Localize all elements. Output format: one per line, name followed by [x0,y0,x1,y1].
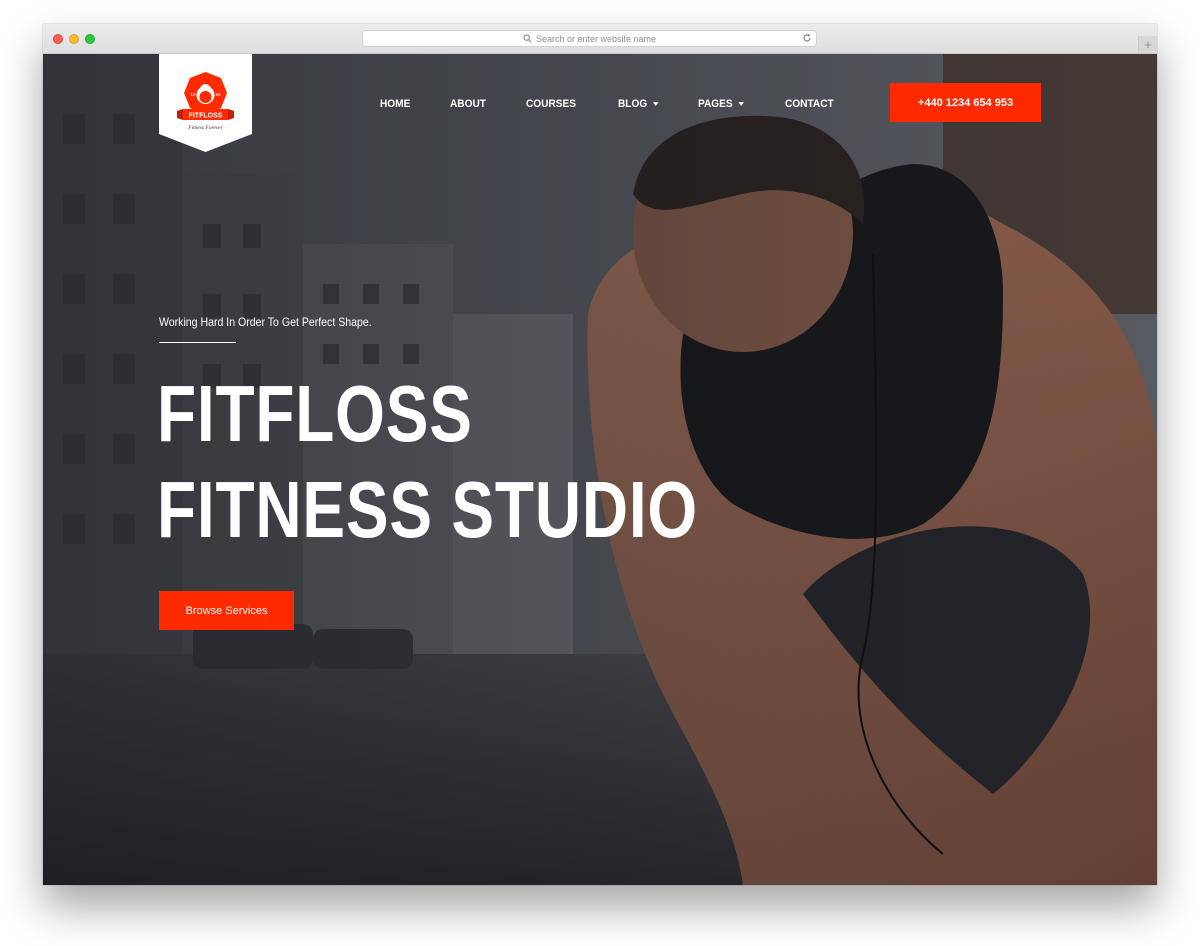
nav-item-about[interactable]: ABOUT [450,98,486,110]
browser-window: Search or enter website name + FITFLOSS … [43,24,1157,885]
close-window-button[interactable] [53,34,63,44]
caret-down-icon [738,102,745,106]
hero-tagline: Working Hard In Order To Get Perfect Sha… [159,315,372,329]
hero-title: FITFLOSS FITNESS STUDIO [157,366,698,558]
minimize-window-button[interactable] [69,34,79,44]
zoom-window-button[interactable] [85,34,95,44]
nav-item-home[interactable]: HOME [380,98,410,110]
logo-name: FITFLOSS [189,113,223,120]
address-placeholder: Search or enter website name [535,33,657,44]
logo-est-right: 85 [215,92,221,97]
caret-down-icon [652,102,658,106]
nav-item-blog[interactable]: BLOG [618,98,658,110]
logo-est-left: 19 [190,92,196,97]
hero-title-line-1: FITFLOSS [157,369,473,458]
nav-item-courses[interactable]: COURSES [526,98,576,110]
nav-item-label: BLOG [617,98,647,110]
nav-item-label: COURSES [526,98,577,110]
main-navigation: HOME ABOUT COURSES BLOG PAGES CONTACT [380,96,875,112]
hero-title-line-2: FITNESS STUDIO [157,465,699,554]
phone-button[interactable]: +440 1234 654 953 [890,83,1041,122]
nav-item-label: ABOUT [450,98,486,110]
site-logo[interactable]: FITFLOSS 19 85 Fitness Forever [159,54,252,152]
nav-item-pages[interactable]: PAGES [698,98,745,110]
hero-section: FITFLOSS 19 85 Fitness Forever HOME ABOU… [43,54,1157,885]
reload-icon[interactable] [802,33,812,43]
address-bar[interactable]: Search or enter website name [362,30,817,47]
nav-item-label: CONTACT [785,98,834,110]
logo-subtitle: Fitness Forever [187,125,224,131]
tagline-divider [159,342,236,343]
search-icon [523,34,532,43]
browser-toolbar: Search or enter website name + [43,24,1157,54]
new-tab-button[interactable]: + [1138,36,1157,53]
nav-item-contact[interactable]: CONTACT [785,98,834,110]
nav-item-label: PAGES [698,98,733,110]
nav-item-label: HOME [380,98,411,110]
browse-services-button[interactable]: Browse Services [159,591,294,630]
